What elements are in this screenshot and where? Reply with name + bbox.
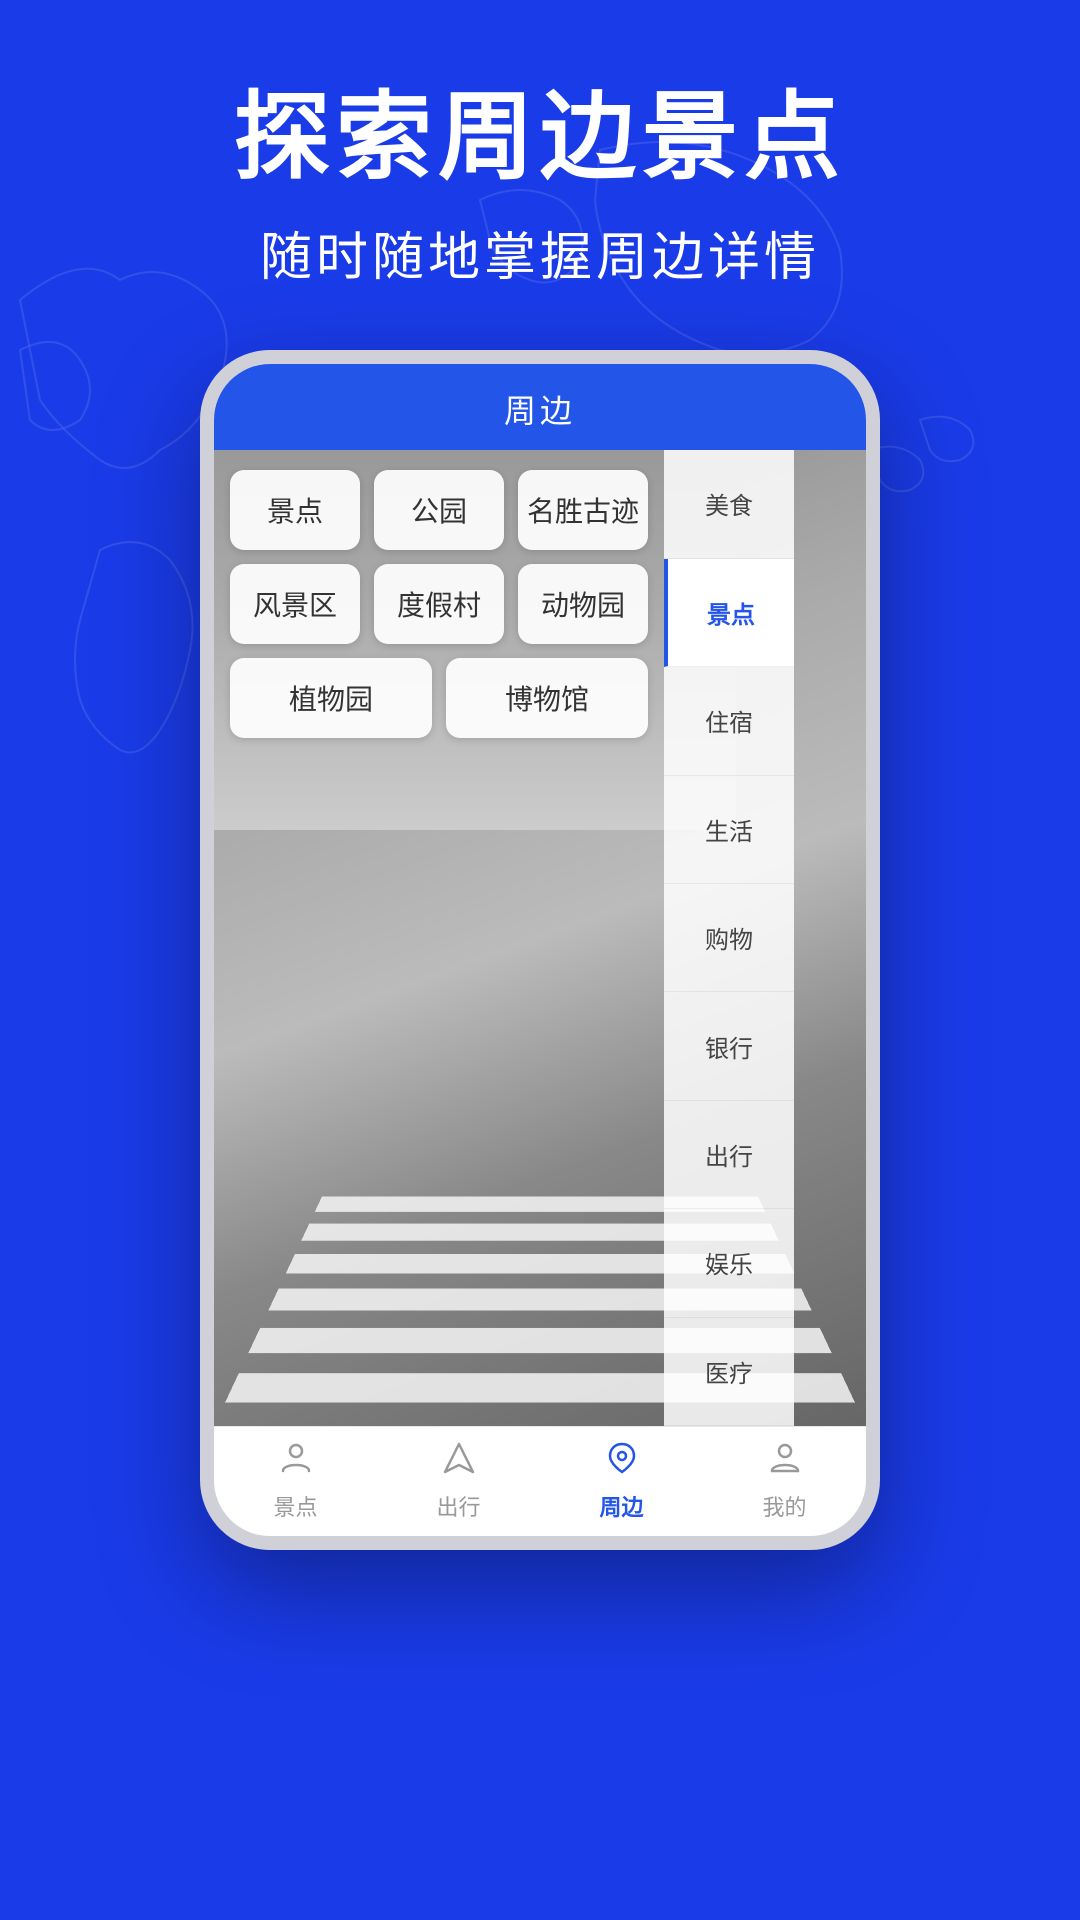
sidebar-item-gouwu[interactable]: 购物 — [664, 884, 794, 992]
phone-content: 景点 公园 名胜古迹 风景区 度假村 动物园 植物园 博物馆 美食 — [214, 450, 866, 1426]
phone-wrapper: 周边 景点 — [0, 350, 1080, 1550]
category-zhiwuyuan[interactable]: 植物园 — [230, 658, 432, 738]
category-row-2: 风景区 度假村 动物园 — [230, 564, 648, 644]
categories-panel: 景点 公园 名胜古迹 风景区 度假村 动物园 植物园 博物馆 — [214, 450, 664, 1426]
person-icon — [279, 1441, 313, 1484]
phone-topbar: 周边 — [214, 364, 866, 450]
sidebar-nav: 美食 景点 住宿 生活 购物 银行 出行 娱乐 医疗 — [664, 450, 794, 1426]
phone-frame: 周边 景点 — [200, 350, 880, 1550]
sidebar-item-zhushu[interactable]: 住宿 — [664, 667, 794, 775]
sidebar-item-yule[interactable]: 娱乐 — [664, 1209, 794, 1317]
phone-topbar-title: 周边 — [214, 386, 866, 432]
category-jingdian[interactable]: 景点 — [230, 470, 360, 550]
location-icon — [605, 1441, 639, 1484]
hero-section: 探索周边景点 随时随地掌握周边详情 — [0, 0, 1080, 290]
category-row-3: 植物园 博物馆 — [230, 658, 648, 738]
category-fengjing[interactable]: 风景区 — [230, 564, 360, 644]
sidebar-item-yinhang[interactable]: 银行 — [664, 992, 794, 1100]
navigate-icon — [442, 1441, 476, 1484]
sidebar-item-shenghuo[interactable]: 生活 — [664, 776, 794, 884]
category-dujia[interactable]: 度假村 — [374, 564, 504, 644]
nav-jingdian[interactable]: 景点 — [236, 1441, 356, 1522]
hero-title: 探索周边景点 — [0, 80, 1080, 195]
sidebar-item-chuxing[interactable]: 出行 — [664, 1101, 794, 1209]
category-dongwuyuan[interactable]: 动物园 — [518, 564, 648, 644]
nav-chuxing[interactable]: 出行 — [399, 1441, 519, 1522]
sidebar-item-meishi[interactable]: 美食 — [664, 450, 794, 558]
nav-zhoubian-label: 周边 — [599, 1490, 643, 1522]
sidebar-item-yiliao[interactable]: 医疗 — [664, 1318, 794, 1426]
nav-wode-label: 我的 — [762, 1490, 806, 1522]
nav-wode[interactable]: 我的 — [725, 1441, 845, 1522]
hero-subtitle: 随时随地掌握周边详情 — [0, 215, 1080, 290]
category-row-1: 景点 公园 名胜古迹 — [230, 470, 648, 550]
sidebar-item-jingdian[interactable]: 景点 — [664, 559, 794, 667]
nav-zhoubian[interactable]: 周边 — [562, 1441, 682, 1522]
nav-jingdian-label: 景点 — [273, 1490, 317, 1522]
category-mingsheng[interactable]: 名胜古迹 — [518, 470, 648, 550]
nav-chuxing-label: 出行 — [436, 1490, 480, 1522]
category-bowuguan[interactable]: 博物馆 — [446, 658, 648, 738]
phone-bottomnav: 景点 出行 周边 — [214, 1426, 866, 1536]
category-gongyuan[interactable]: 公园 — [374, 470, 504, 550]
user-icon — [768, 1441, 802, 1484]
